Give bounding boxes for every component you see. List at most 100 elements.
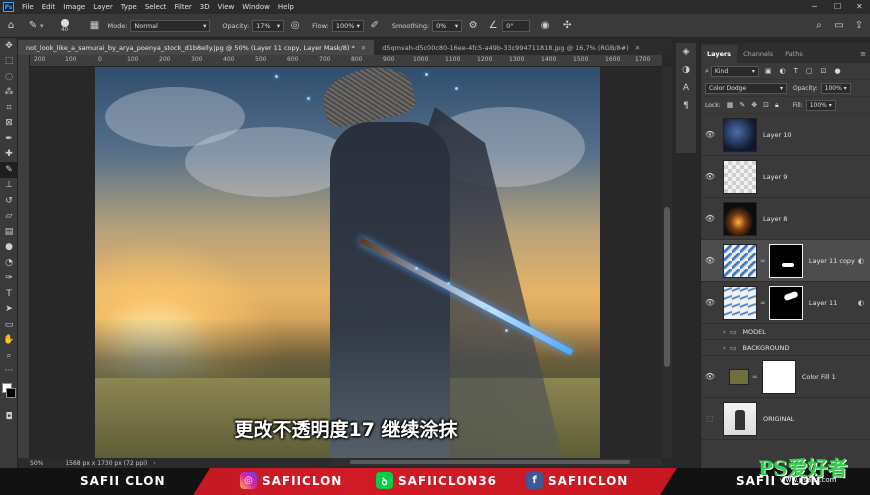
symmetry-icon[interactable]: ✣: [560, 19, 574, 33]
visibility-eye-icon[interactable]: 👁︎: [701, 130, 719, 139]
tab-samurai-document[interactable]: not_look_like_a_samurai_by_arya_poenya_s…: [18, 40, 375, 55]
color-swatches[interactable]: [0, 379, 17, 409]
pen-tool-icon[interactable]: ✑: [0, 271, 18, 287]
layer-row-layer-11-copy[interactable]: 👁︎ ∞ Layer 11 copy ◐: [701, 240, 870, 282]
menu-view[interactable]: View: [214, 3, 239, 11]
background-color-swatch[interactable]: [6, 388, 16, 398]
mask-link-icon[interactable]: ∞: [752, 373, 758, 381]
scroll-thumb[interactable]: [664, 207, 670, 367]
angle-field[interactable]: 0°: [502, 19, 531, 32]
lock-all-icon[interactable]: 🔒︎: [775, 101, 779, 110]
lock-transparent-icon[interactable]: ▦: [727, 101, 734, 109]
gradient-tool-icon[interactable]: ▤: [0, 224, 18, 240]
canvas-area[interactable]: 更改不透明度17 继续涂抹: [30, 67, 662, 458]
hand-tool-icon[interactable]: ✋: [0, 333, 18, 349]
tab-paths[interactable]: Paths: [779, 45, 809, 63]
layer-row-layer-9[interactable]: 👁︎ Layer 9: [701, 156, 870, 198]
brush-settings-icon[interactable]: ▦: [88, 19, 102, 33]
pressure-opacity-icon[interactable]: ◎: [288, 19, 302, 33]
hidden-visibility-box[interactable]: □: [701, 414, 719, 423]
filter-toggle-icon[interactable]: ●: [834, 67, 840, 75]
status-arrow-icon[interactable]: ›: [153, 460, 155, 467]
workspace-icon[interactable]: ▭: [832, 19, 846, 33]
horizontal-scrollbar[interactable]: [330, 458, 662, 466]
minimize-icon[interactable]: ─: [812, 2, 817, 11]
healing-brush-tool-icon[interactable]: ✚: [0, 147, 18, 163]
tab-channels[interactable]: Channels: [737, 45, 779, 63]
mask-link-icon[interactable]: ∞: [760, 257, 766, 265]
crop-tool-icon[interactable]: ⌗: [0, 100, 18, 116]
airbrush-icon[interactable]: ✐: [368, 19, 382, 33]
tab-close-icon[interactable]: ✕: [361, 44, 366, 52]
quick-mask-icon[interactable]: ◘: [0, 409, 18, 425]
dodge-tool-icon[interactable]: ◔: [0, 255, 18, 271]
visibility-eye-icon[interactable]: 👁︎: [701, 172, 719, 181]
type-filter-icon[interactable]: T: [794, 67, 798, 75]
menu-3d[interactable]: 3D: [196, 3, 214, 11]
close-icon[interactable]: ✕: [856, 2, 863, 11]
menu-layer[interactable]: Layer: [89, 3, 117, 11]
menu-file[interactable]: File: [18, 3, 38, 11]
layer-row-color-fill-1[interactable]: 👁︎ ∞ Color Fill 1: [701, 356, 870, 398]
paragraph-icon[interactable]: ¶: [676, 97, 696, 115]
kind-filter-select[interactable]: Kind ▾: [710, 65, 759, 77]
brush-tool-icon[interactable]: ✎: [0, 162, 18, 178]
brush-tool-icon[interactable]: ✎: [26, 19, 40, 33]
zoom-tool-icon[interactable]: ⌕: [0, 348, 18, 364]
menu-filter[interactable]: Filter: [170, 3, 195, 11]
lasso-tool-icon[interactable]: ◌: [0, 69, 18, 85]
tab-layers[interactable]: Layers: [701, 45, 738, 63]
layer-row-original[interactable]: □ ORIGINAL: [701, 398, 870, 440]
more-tools-icon[interactable]: ···: [0, 364, 18, 380]
mask-link-icon[interactable]: ∞: [760, 299, 766, 307]
visibility-eye-icon[interactable]: 👁︎: [701, 256, 719, 265]
frame-tool-icon[interactable]: ⊠: [0, 116, 18, 132]
blur-tool-icon[interactable]: ●: [0, 240, 18, 256]
pixel-filter-icon[interactable]: ▣: [765, 67, 772, 75]
smart-object-filter-icon[interactable]: ⊡: [821, 67, 827, 75]
panel-menu-icon[interactable]: ≡: [860, 50, 866, 58]
brush-preset-picker[interactable]: 40: [52, 18, 78, 33]
shape-filter-icon[interactable]: ▢: [806, 67, 813, 75]
type-tool-icon[interactable]: T: [0, 286, 18, 302]
layer-mask-thumbnail[interactable]: [768, 243, 803, 278]
mode-select[interactable]: Normal ▾: [130, 19, 211, 32]
layer-mask-thumbnail[interactable]: [761, 359, 796, 394]
marquee-tool-icon[interactable]: ⬚: [0, 54, 18, 70]
clone-stamp-tool-icon[interactable]: ⊥: [0, 178, 18, 194]
visibility-eye-icon[interactable]: 👁︎: [701, 298, 719, 307]
pressure-size-icon[interactable]: ◉: [538, 19, 552, 33]
maximize-icon[interactable]: ☐: [834, 2, 841, 11]
fill-color-swatch[interactable]: [729, 368, 749, 385]
eraser-tool-icon[interactable]: ▱: [0, 209, 18, 225]
shape-tool-icon[interactable]: ▭: [0, 317, 18, 333]
smart-filter-icon[interactable]: ◐: [858, 299, 864, 307]
scroll-thumb[interactable]: [350, 460, 630, 464]
layer-row-layer-11[interactable]: 👁︎ ∞ Layer 11 ◐: [701, 282, 870, 324]
menu-select[interactable]: Select: [141, 3, 171, 11]
flow-field[interactable]: 100% ▾: [331, 19, 364, 32]
gear-icon[interactable]: ⚙: [466, 19, 480, 33]
menu-help[interactable]: Help: [274, 3, 298, 11]
menu-type[interactable]: Type: [117, 3, 141, 11]
share-icon[interactable]: ⇪: [852, 19, 866, 33]
opacity-field[interactable]: 17% ▾: [252, 19, 285, 32]
layer-opacity-field[interactable]: 100% ▾: [820, 82, 851, 94]
adjustment-filter-icon[interactable]: ◐: [780, 67, 786, 75]
menu-edit[interactable]: Edit: [38, 3, 60, 11]
layers-panel-icon[interactable]: ◈: [676, 43, 696, 61]
chevron-right-icon[interactable]: ›: [723, 344, 726, 352]
quick-select-tool-icon[interactable]: ⁂: [0, 85, 18, 101]
adjustments-icon[interactable]: ◑: [676, 61, 696, 79]
chevron-right-icon[interactable]: ›: [723, 328, 726, 336]
eyedropper-tool-icon[interactable]: ✒: [0, 131, 18, 147]
blend-mode-select[interactable]: Color Dodge ▾: [705, 82, 787, 94]
group-row-model[interactable]: › ▭ MODEL: [701, 324, 870, 340]
menu-window[interactable]: Window: [238, 3, 274, 11]
layer-mask-thumbnail[interactable]: [768, 285, 803, 320]
samurai-artwork[interactable]: [95, 67, 600, 458]
visibility-eye-icon[interactable]: 👁︎: [701, 214, 719, 223]
fill-field[interactable]: 100% ▾: [805, 99, 836, 111]
move-tool-icon[interactable]: ✥: [0, 38, 18, 54]
vertical-scrollbar[interactable]: [662, 67, 672, 458]
